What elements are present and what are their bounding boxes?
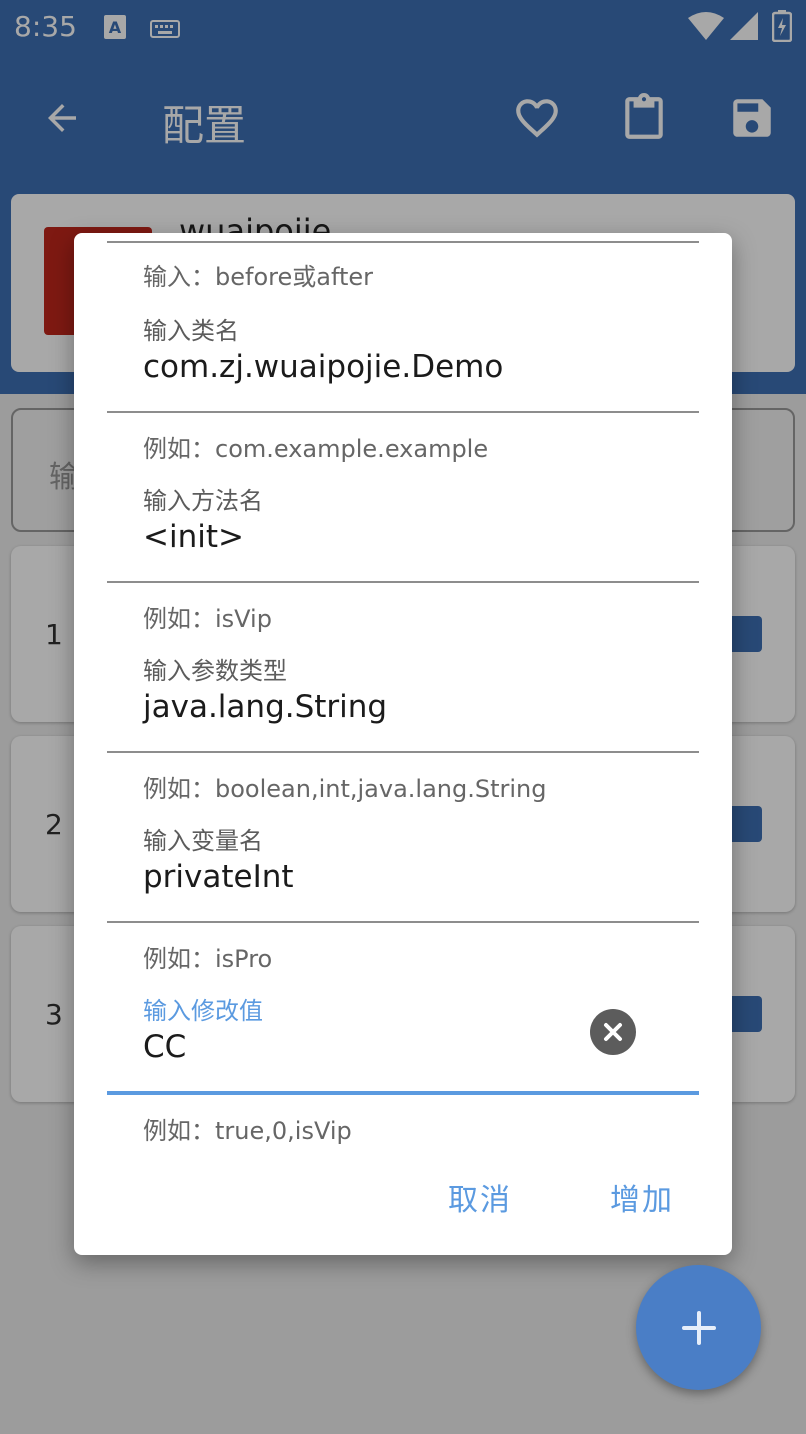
field-underline [107,751,699,753]
add-button[interactable]: 增加 [610,1175,674,1219]
param-type-field[interactable]: 输入参数类型 java.lang.String [107,641,699,753]
field-hint: 例如：isVip [143,605,272,633]
method-name-field[interactable]: 输入方法名 <init> [107,471,699,583]
field-label: 输入方法名 [143,487,263,515]
clear-icon [604,1023,622,1041]
field-underline [107,581,699,583]
field-hint: 例如：isPro [143,945,273,973]
field-underline [107,411,699,413]
field-hint: 例如：true,0,isVip [143,1117,352,1145]
field-label: 输入修改值 [143,997,263,1025]
field-value: CC [143,1029,187,1065]
field-underline [107,921,699,923]
variable-name-field[interactable]: 输入变量名 privateInt [107,811,699,923]
field-value: java.lang.String [143,689,388,725]
field-label: 输入类名 [143,317,239,345]
field-hint: 例如：boolean,int,java.lang.String [143,775,547,803]
field-value: privateInt [143,859,294,895]
field-value: <init> [143,519,244,555]
field-underline [107,241,699,243]
field-value: com.zj.wuaipojie.Demo [143,349,504,385]
plus-icon [681,1310,716,1345]
add-hook-dialog: 输入：before或after 输入类名 com.zj.wuaipojie.De… [74,233,732,1255]
class-name-field[interactable]: 输入类名 com.zj.wuaipojie.Demo [107,301,699,413]
field-label: 输入参数类型 [143,657,287,685]
cancel-button[interactable]: 取消 [448,1175,512,1219]
clear-text-button[interactable] [590,1009,636,1055]
add-fab[interactable] [636,1265,761,1390]
field-label: 输入变量名 [143,827,263,855]
field-hint: 输入：before或after [143,263,374,291]
field-hint: 例如：com.example.example [143,435,489,463]
field-underline-focused [107,1091,699,1095]
